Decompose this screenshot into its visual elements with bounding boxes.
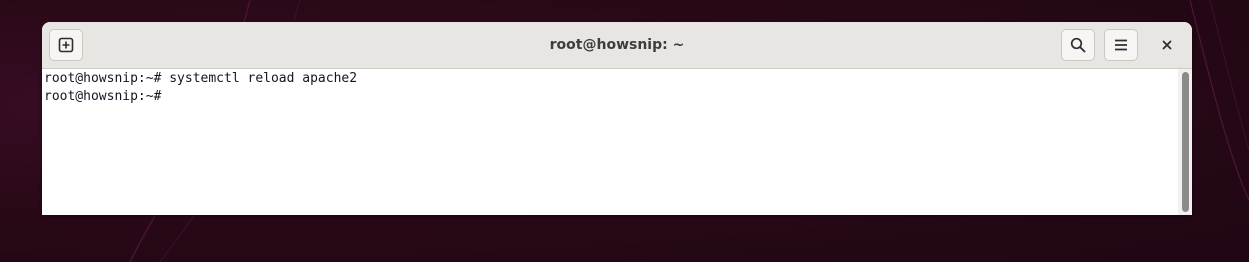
new-tab-button[interactable] [49,29,83,61]
close-icon [1162,40,1172,50]
scrollbar-thumb[interactable] [1182,72,1189,212]
terminal-line: root@howsnip:~# systemctl reload apache2 [44,71,358,86]
menu-button[interactable] [1104,29,1138,61]
window-title: root@howsnip: ~ [549,37,685,53]
terminal-output[interactable]: root@howsnip:~# systemctl reload apache2… [42,69,1178,215]
search-icon [1070,37,1086,53]
search-button[interactable] [1061,29,1095,61]
terminal-window: root@howsnip: ~ root@howsnip:~# systemct… [42,22,1192,215]
hamburger-menu-icon [1115,39,1127,51]
close-button[interactable] [1150,29,1184,61]
title-bar[interactable]: root@howsnip: ~ [42,22,1192,69]
new-tab-icon [58,37,74,53]
terminal-prompt-line: root@howsnip:~# [44,89,170,104]
